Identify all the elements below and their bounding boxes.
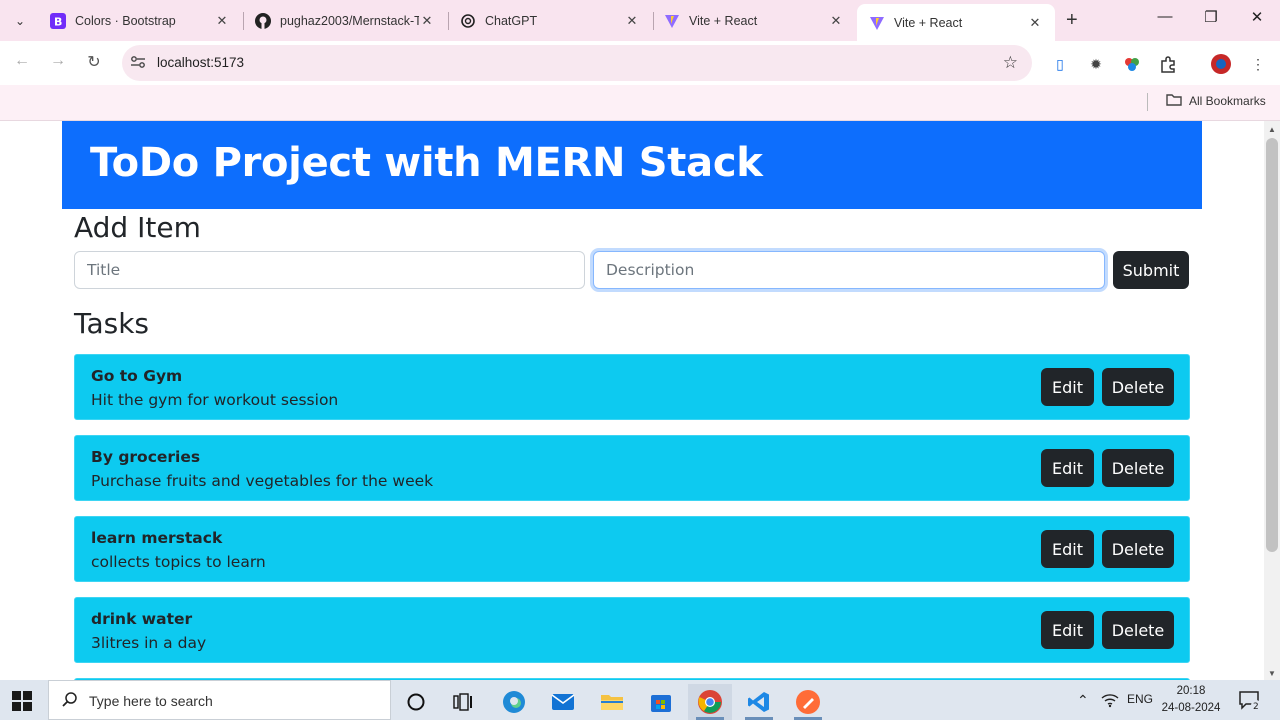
- tab-title: Vite + React: [689, 13, 758, 28]
- tab-title: Vite + React: [894, 15, 963, 30]
- tab-vite-1[interactable]: Vite + React ✕: [652, 4, 856, 37]
- clock-time: 20:18: [1176, 685, 1206, 697]
- show-hidden-icons-icon[interactable]: ⌃: [1077, 692, 1089, 709]
- close-tab-icon[interactable]: ✕: [419, 13, 435, 29]
- tab-chatgpt[interactable]: ChatGPT ✕: [448, 4, 652, 37]
- task-item: Go to Gym Hit the gym for workout sessio…: [74, 354, 1190, 420]
- windows-start-icon[interactable]: [12, 691, 32, 711]
- close-tab-icon[interactable]: ✕: [1027, 15, 1043, 31]
- reading-mode-icon[interactable]: ▯: [1049, 53, 1071, 75]
- task-title: Go to Gym: [91, 367, 183, 385]
- mail-icon[interactable]: [541, 684, 585, 720]
- chrome-icon[interactable]: [688, 684, 732, 720]
- title-input[interactable]: [74, 251, 585, 289]
- minimize-button[interactable]: —: [1142, 8, 1188, 25]
- page-title: ToDo Project with MERN Stack: [90, 140, 763, 186]
- edge-icon[interactable]: [492, 684, 536, 720]
- tab-github[interactable]: pughaz2003/Mernstack-T ✕: [243, 4, 447, 37]
- delete-button[interactable]: Delete: [1102, 449, 1174, 487]
- task-item: drink water 3litres in a day Edit Delete: [74, 597, 1190, 663]
- back-icon[interactable]: ←: [11, 52, 33, 70]
- vite-icon: [869, 15, 885, 31]
- postman-icon[interactable]: [786, 684, 830, 720]
- task-view-icon[interactable]: [441, 684, 485, 720]
- search-icon: [62, 691, 78, 711]
- vscode-icon[interactable]: [737, 684, 781, 720]
- bookmarks-bar: All Bookmarks: [0, 85, 1280, 121]
- chatgpt-icon: [460, 13, 476, 29]
- folder-icon: [1166, 93, 1182, 109]
- edit-button[interactable]: Edit: [1041, 368, 1094, 406]
- menu-dots-icon[interactable]: ⋮: [1247, 53, 1269, 75]
- taskbar-search[interactable]: Type here to search: [48, 680, 391, 720]
- scroll-up-icon[interactable]: ▲: [1268, 125, 1276, 134]
- delete-button[interactable]: Delete: [1102, 611, 1174, 649]
- edit-button[interactable]: Edit: [1041, 611, 1094, 649]
- page-header: ToDo Project with MERN Stack: [62, 121, 1202, 209]
- task-description: Purchase fruits and vegetables for the w…: [91, 472, 434, 490]
- task-title: learn merstack: [91, 529, 223, 547]
- notification-count: 2: [1253, 702, 1259, 711]
- tab-title: pughaz2003/Mernstack-T: [280, 13, 419, 28]
- windows-taskbar: Type here to search ⌃ ENG 20:18 24-08-20…: [0, 680, 1280, 720]
- color-picker-extension-icon[interactable]: [1121, 53, 1143, 75]
- url-text: localhost:5173: [157, 55, 245, 70]
- store-icon[interactable]: [639, 684, 683, 720]
- close-window-button[interactable]: ✕: [1234, 8, 1280, 26]
- tab-vite-active[interactable]: Vite + React ✕: [857, 4, 1055, 41]
- task-title: By groceries: [91, 448, 201, 466]
- all-bookmarks-label: All Bookmarks: [1189, 94, 1266, 108]
- vite-icon: [664, 13, 680, 29]
- new-tab-button[interactable]: +: [1066, 9, 1078, 32]
- tab-bootstrap[interactable]: B Colors · Bootstrap ✕: [38, 4, 242, 37]
- taskbar-search-placeholder: Type here to search: [89, 693, 213, 709]
- restore-button[interactable]: ❐: [1188, 8, 1234, 26]
- close-tab-icon[interactable]: ✕: [214, 13, 230, 29]
- close-tab-icon[interactable]: ✕: [624, 13, 640, 29]
- profile-avatar[interactable]: [1210, 53, 1232, 75]
- task-description: Hit the gym for workout session: [91, 391, 339, 409]
- language-indicator[interactable]: ENG: [1127, 692, 1153, 706]
- tasks-heading: Tasks: [74, 307, 150, 340]
- file-explorer-icon[interactable]: [590, 684, 634, 720]
- tab-strip: ⌄ B Colors · Bootstrap ✕ pughaz2003/Mern…: [0, 0, 1280, 41]
- extensions-puzzle-icon[interactable]: [1157, 53, 1179, 75]
- delete-button[interactable]: Delete: [1102, 368, 1174, 406]
- all-bookmarks-button[interactable]: All Bookmarks: [1166, 93, 1266, 109]
- clock[interactable]: 20:18 24-08-2024: [1160, 683, 1222, 717]
- github-icon: [255, 12, 271, 29]
- tab-title: ChatGPT: [485, 13, 538, 28]
- bootstrap-icon: B: [50, 12, 66, 29]
- page-scrollbar[interactable]: ▲ ▼: [1264, 121, 1280, 680]
- delete-button[interactable]: Delete: [1102, 530, 1174, 568]
- tab-search-button[interactable]: ⌄: [6, 7, 34, 35]
- close-tab-icon[interactable]: ✕: [828, 13, 844, 29]
- cortana-icon[interactable]: [394, 684, 438, 720]
- address-bar[interactable]: localhost:5173 ☆: [122, 45, 1032, 81]
- task-item: learn merstack collects topics to learn …: [74, 516, 1190, 582]
- description-input[interactable]: [593, 251, 1105, 289]
- browser-toolbar: ← → ↻ localhost:5173 ☆ ▯ ✹ ⋮: [0, 41, 1280, 85]
- task-title: drink water: [91, 610, 193, 628]
- task-description: 3litres in a day: [91, 634, 207, 652]
- page-viewport: ToDo Project with MERN Stack Add Item Su…: [0, 121, 1264, 680]
- bookmark-star-icon[interactable]: ☆: [1003, 53, 1018, 73]
- edit-button[interactable]: Edit: [1041, 530, 1094, 568]
- clock-date: 24-08-2024: [1161, 702, 1221, 714]
- notifications-icon[interactable]: 2: [1238, 689, 1262, 714]
- wifi-icon[interactable]: [1101, 692, 1119, 711]
- scroll-thumb[interactable]: [1266, 138, 1278, 552]
- add-item-heading: Add Item: [74, 211, 201, 244]
- submit-button[interactable]: Submit: [1113, 251, 1189, 289]
- scroll-down-icon[interactable]: ▼: [1268, 669, 1276, 678]
- svg-text:B: B: [54, 15, 62, 28]
- forward-icon[interactable]: →: [47, 52, 69, 70]
- site-info-icon[interactable]: [130, 55, 146, 72]
- edit-button[interactable]: Edit: [1041, 449, 1094, 487]
- reload-icon[interactable]: ↻: [83, 52, 105, 72]
- tab-title: Colors · Bootstrap: [75, 13, 176, 28]
- task-description: collects topics to learn: [91, 553, 266, 571]
- extension-bug-icon[interactable]: ✹: [1085, 53, 1107, 75]
- task-item: By groceries Purchase fruits and vegetab…: [74, 435, 1190, 501]
